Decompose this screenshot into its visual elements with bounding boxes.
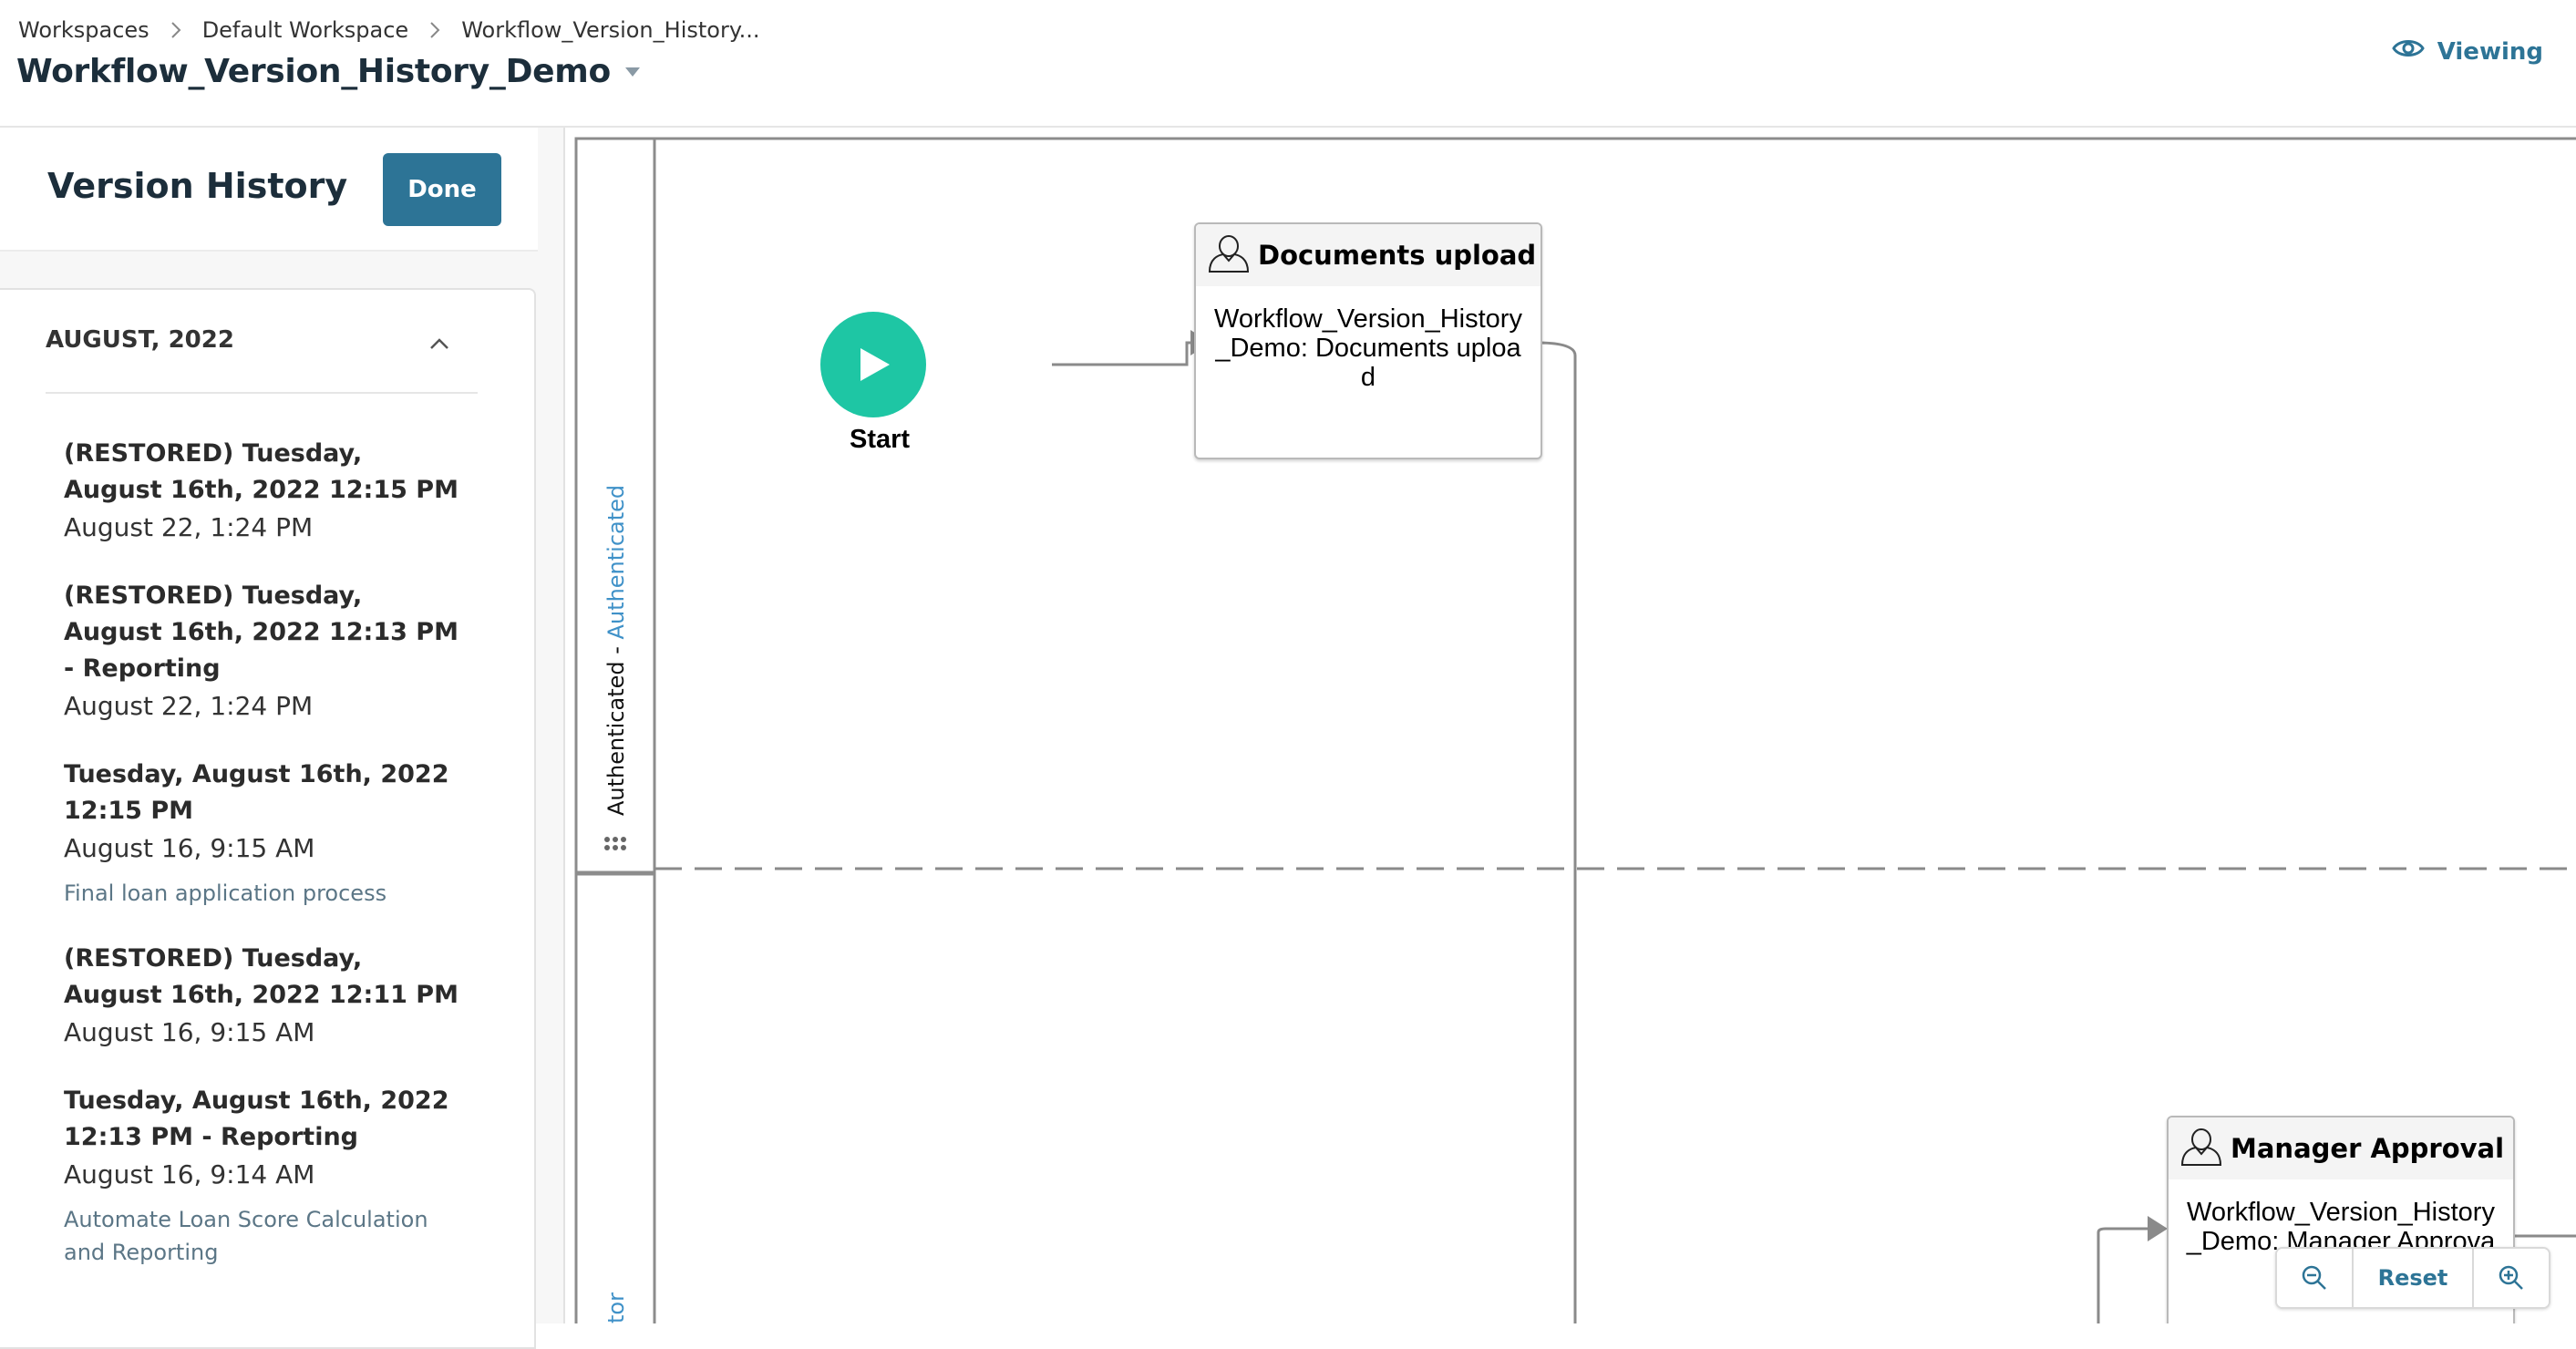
breadcrumb: Workspaces Default Workspace Workflow_Ve… bbox=[18, 16, 760, 44]
breadcrumb-default-workspace[interactable]: Default Workspace bbox=[202, 17, 409, 43]
chevron-up-icon[interactable] bbox=[428, 330, 450, 357]
version-history-panel: Version History Done AUGUST, 2022 (RESTO… bbox=[0, 128, 565, 1349]
page-title: Workflow_Version_History_Demo bbox=[16, 53, 611, 90]
version-date: August 22, 1:24 PM bbox=[64, 512, 314, 542]
version-date: August 22, 1:24 PM bbox=[64, 691, 314, 721]
version-history-title: Version History bbox=[47, 166, 348, 206]
month-group-header[interactable]: AUGUST, 2022 bbox=[46, 326, 478, 394]
task-title: Manager Approval bbox=[2231, 1133, 2505, 1164]
month-label: AUGUST, 2022 bbox=[46, 326, 234, 354]
play-icon bbox=[860, 348, 890, 381]
zoom-reset-button[interactable]: Reset bbox=[2352, 1249, 2474, 1307]
zoom-out-icon bbox=[2302, 1265, 2326, 1290]
version-name: (RESTORED) Tuesday, August 16th, 2022 12… bbox=[64, 944, 459, 1009]
workflow-canvas[interactable]: Authenticated - Authenticated tor Start … bbox=[565, 128, 2576, 1323]
caret-down-icon[interactable] bbox=[623, 66, 642, 78]
done-button[interactable]: Done bbox=[383, 153, 501, 226]
viewing-label: Viewing bbox=[2437, 37, 2543, 66]
version-note: Final loan application process bbox=[64, 880, 387, 906]
title-row: Workflow_Version_History_Demo bbox=[16, 53, 642, 90]
version-name: Tuesday, August 16th, 2022 12:13 PM - Re… bbox=[64, 1086, 449, 1151]
zoom-controls: Reset bbox=[2275, 1247, 2550, 1309]
version-name: (RESTORED) Tuesday, August 16th, 2022 12… bbox=[64, 582, 459, 683]
task-header: Manager Approval bbox=[2169, 1117, 2513, 1179]
lane-drag-handle-icon[interactable] bbox=[604, 837, 628, 850]
zoom-in-button[interactable] bbox=[2474, 1249, 2549, 1307]
start-label: Start bbox=[850, 425, 911, 454]
lane-label-authenticated: Authenticated - Authenticated bbox=[603, 484, 629, 816]
version-item[interactable]: Tuesday, August 16th, 2022 12:15 PM Augu… bbox=[64, 757, 465, 910]
task-body: Workflow_Version_History_Demo: Documents… bbox=[1214, 304, 1522, 392]
version-date: August 16, 9:14 AM bbox=[64, 1159, 315, 1189]
version-item[interactable]: (RESTORED) Tuesday, August 16th, 2022 12… bbox=[64, 436, 465, 547]
version-date: August 16, 9:15 AM bbox=[64, 1017, 315, 1047]
user-icon bbox=[2179, 1127, 2223, 1170]
version-note: Automate Loan Score Calculation and Repo… bbox=[64, 1207, 428, 1265]
version-history-header: Version History Done bbox=[0, 128, 538, 252]
lane-label-second: tor bbox=[603, 1292, 629, 1323]
version-item[interactable]: Tuesday, August 16th, 2022 12:13 PM - Re… bbox=[64, 1083, 465, 1269]
chevron-right-icon bbox=[170, 20, 182, 40]
version-item[interactable]: (RESTORED) Tuesday, August 16th, 2022 12… bbox=[64, 578, 465, 726]
viewing-indicator[interactable]: Viewing bbox=[2391, 36, 2543, 67]
month-group: AUGUST, 2022 (RESTORED) Tuesday, August … bbox=[0, 288, 536, 1349]
chevron-right-icon bbox=[428, 20, 441, 40]
user-icon bbox=[1207, 233, 1251, 277]
version-name: (RESTORED) Tuesday, August 16th, 2022 12… bbox=[64, 439, 459, 504]
task-documents-upload[interactable]: Documents upload Workflow_Version_Histor… bbox=[1194, 222, 1542, 459]
zoom-out-button[interactable] bbox=[2277, 1249, 2352, 1307]
breadcrumb-workspaces[interactable]: Workspaces bbox=[18, 17, 149, 43]
task-title: Documents upload bbox=[1258, 240, 1537, 271]
version-date: August 16, 9:15 AM bbox=[64, 833, 315, 863]
eye-icon bbox=[2391, 36, 2437, 67]
connector-into-approval bbox=[2097, 1227, 2151, 1323]
breadcrumb-current-workflow: Workflow_Version_History... bbox=[461, 17, 760, 43]
start-node[interactable] bbox=[820, 312, 926, 417]
version-list: (RESTORED) Tuesday, August 16th, 2022 12… bbox=[64, 436, 465, 1300]
version-item[interactable]: (RESTORED) Tuesday, August 16th, 2022 12… bbox=[64, 941, 465, 1052]
connector-upload-down bbox=[1508, 341, 1577, 1323]
top-header: Workspaces Default Workspace Workflow_Ve… bbox=[0, 0, 2576, 128]
arrowhead bbox=[2148, 1216, 2168, 1241]
task-header: Documents upload bbox=[1196, 224, 1540, 286]
version-name: Tuesday, August 16th, 2022 12:15 PM bbox=[64, 760, 449, 825]
zoom-in-icon bbox=[2499, 1265, 2523, 1290]
